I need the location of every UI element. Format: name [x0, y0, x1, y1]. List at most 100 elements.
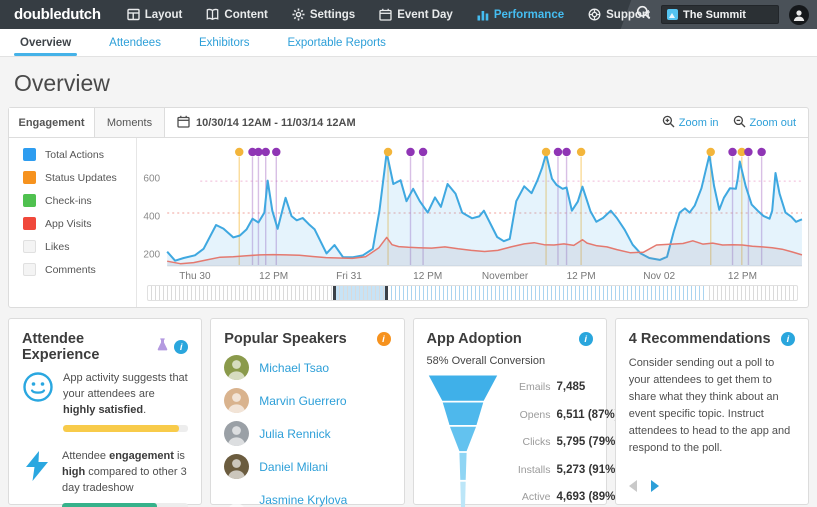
doubledutch-logo[interactable]: doubledutch — [0, 6, 127, 23]
overall-conversion: 58% Overall Conversion — [426, 355, 546, 367]
swatch — [23, 148, 36, 161]
date-range-picker[interactable]: 10/30/14 12AM - 11/03/14 12AM — [165, 108, 356, 137]
svg-text:600: 600 — [143, 173, 160, 184]
chart-legend: Total Actions Status Updates Check-ins A… — [9, 138, 137, 307]
speaker-row[interactable]: Jasmine Krylova — [224, 487, 390, 507]
swatch — [23, 217, 36, 230]
brush-activity-region — [388, 286, 707, 300]
legend-comments[interactable]: Comments — [23, 263, 136, 276]
engagement-text: Attendee engagement is high compared to … — [62, 449, 187, 494]
svg-text:Nov 02: Nov 02 — [643, 271, 675, 282]
life-ring-icon — [588, 8, 601, 21]
info-icon[interactable]: i — [781, 332, 795, 346]
svg-text:12 PM: 12 PM — [413, 271, 442, 282]
event-app-icon — [667, 9, 678, 20]
info-icon[interactable]: i — [174, 340, 189, 354]
next-recommendation-arrow[interactable] — [650, 480, 659, 492]
legend-app-visits[interactable]: App Visits — [23, 217, 136, 230]
svg-text:400: 400 — [143, 211, 160, 222]
flask-icon — [157, 338, 168, 356]
gear-icon — [292, 8, 305, 21]
recommendation-text: Consider sending out a poll to your atte… — [628, 357, 791, 455]
swatch — [23, 263, 36, 276]
chart-tab-engagement[interactable]: Engagement — [9, 108, 95, 137]
card-title: Popular Speakers — [224, 331, 347, 347]
nav-item-content[interactable]: Content — [206, 8, 268, 21]
nav-item-performance[interactable]: Performance — [477, 9, 564, 21]
swatch — [23, 240, 36, 253]
app-adoption-card: App Adoption i 58% Overall Conversion Em… — [412, 318, 619, 507]
svg-text:12 PM: 12 PM — [259, 271, 288, 282]
legend-total-actions[interactable]: Total Actions — [23, 148, 136, 161]
brush-selection[interactable] — [332, 286, 389, 300]
funnel-row: Active 4,693 (89%) — [521, 491, 620, 503]
zoom-out-icon — [733, 115, 746, 131]
funnel-row: Installs 5,273 (91%) — [517, 463, 620, 476]
nav-item-layout[interactable]: Layout — [126, 8, 182, 21]
swatch — [23, 194, 36, 207]
satisfaction-bar — [63, 424, 189, 432]
legend-status-updates[interactable]: Status Updates — [23, 171, 136, 184]
card-title: 4 Recommendations — [628, 331, 771, 347]
bar-chart-icon — [477, 9, 489, 21]
svg-text:November: November — [482, 271, 529, 282]
card-title: App Adoption — [426, 331, 522, 347]
smiley-icon — [22, 371, 54, 432]
speaker-avatar — [224, 454, 250, 479]
zoom-in-icon — [662, 115, 675, 131]
page-title: Overview — [14, 70, 110, 96]
speaker-avatar — [224, 388, 250, 413]
calendar-icon — [177, 115, 190, 131]
brush-right-region — [706, 286, 797, 300]
svg-text:Thu 30: Thu 30 — [179, 271, 211, 282]
chart-tab-moments[interactable]: Moments — [95, 108, 165, 137]
speaker-row[interactable]: Julia Rennick — [224, 421, 390, 446]
layout-icon — [126, 8, 140, 21]
speaker-row[interactable]: Michael Tsao — [224, 355, 390, 380]
event-selector[interactable]: The Summit — [661, 5, 779, 24]
legend-check-ins[interactable]: Check-ins — [23, 194, 136, 207]
engagement-bar — [62, 502, 189, 507]
info-icon[interactable]: i — [578, 332, 593, 346]
popular-speakers-card: Popular Speakers i Michael Tsao Marvin G… — [210, 318, 405, 507]
recommendations-card: 4 Recommendations i Consider sending out… — [614, 318, 809, 505]
date-range-text: 10/30/14 12AM - 11/03/14 12AM — [196, 116, 356, 129]
zoom-out-button[interactable]: Zoom out — [733, 115, 796, 131]
tab-exhibitors[interactable]: Exhibitors — [199, 29, 250, 56]
lightning-bolt-icon — [22, 449, 53, 507]
search-icon[interactable] — [636, 5, 651, 25]
tab-overview[interactable]: Overview — [13, 29, 78, 56]
speaker-row[interactable]: Daniel Milani — [224, 454, 390, 479]
legend-likes[interactable]: Likes — [23, 240, 136, 253]
content-icon — [206, 8, 219, 21]
tab-exportable-reports[interactable]: Exportable Reports — [287, 29, 385, 56]
svg-text:12 PM: 12 PM — [567, 271, 596, 282]
speaker-avatar — [224, 421, 250, 446]
zoom-in-button[interactable]: Zoom in — [662, 115, 719, 131]
engagement-chart[interactable]: 200 400 600 Thu 30 12 PM Fri 31 12 PM November 1… — [137, 138, 808, 284]
nav-item-settings[interactable]: Settings — [292, 8, 355, 21]
card-title: Attendee Experience — [22, 331, 100, 363]
event-selector-value: The Summit — [683, 8, 746, 21]
attendee-experience-card: Attendee Experience i App activity sugge… — [8, 318, 203, 507]
satisfaction-text: App activity suggests that your attendee… — [63, 372, 188, 416]
brush-left-region — [148, 286, 333, 300]
tab-attendees[interactable]: Attendees — [109, 29, 161, 56]
info-icon[interactable]: i — [376, 332, 391, 346]
nav-item-event-day[interactable]: Event Day — [379, 8, 453, 21]
speaker-row[interactable]: Marvin Guerrero — [224, 388, 390, 413]
swatch — [23, 171, 36, 184]
funnel-row: Clicks 5,795 (79%) — [522, 436, 620, 448]
speaker-avatar — [224, 355, 250, 380]
top-nav: doubledutch Layout Content Settings Even… — [0, 0, 817, 29]
calendar-icon — [379, 8, 392, 21]
user-avatar[interactable] — [789, 4, 809, 25]
svg-text:200: 200 — [143, 250, 160, 261]
funnel-chart — [427, 375, 499, 507]
svg-text:Fri 31: Fri 31 — [336, 271, 362, 282]
funnel-row: Emails 7,485 — [518, 381, 586, 393]
svg-text:12 PM: 12 PM — [728, 271, 757, 282]
funnel-row: Opens 6,511 (87%) — [519, 408, 619, 421]
timeline-brush[interactable] — [147, 285, 798, 301]
previous-recommendation-arrow[interactable] — [628, 480, 637, 492]
